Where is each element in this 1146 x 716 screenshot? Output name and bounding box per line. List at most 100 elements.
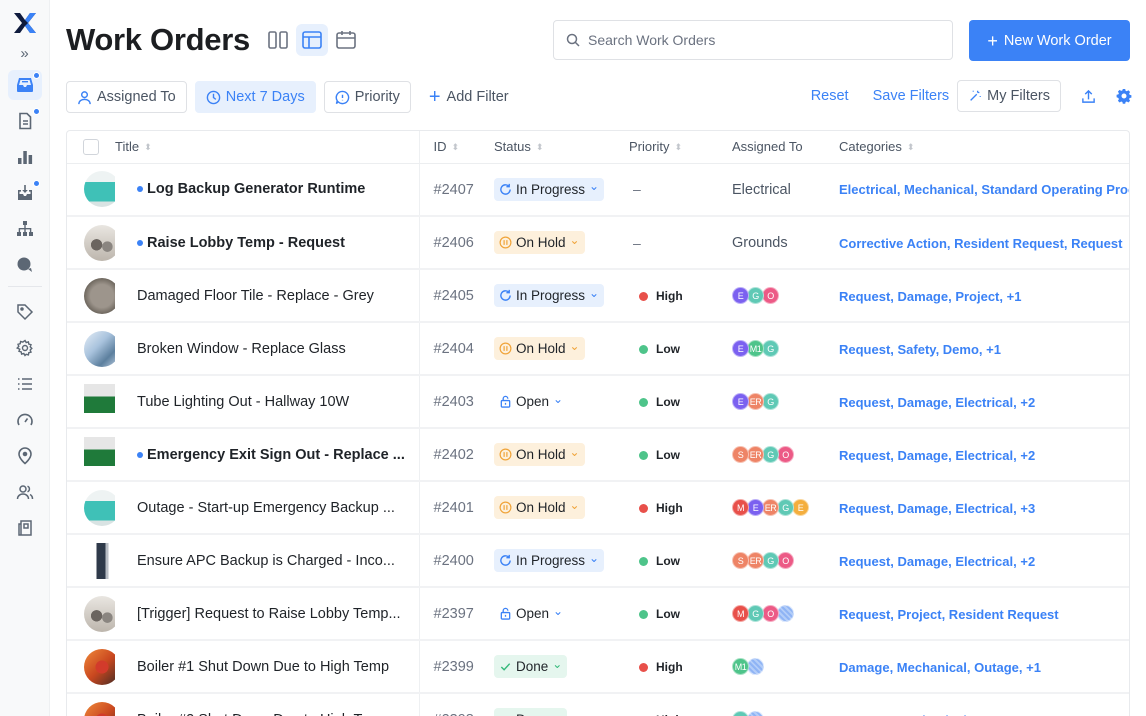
categories-links[interactable]: Corrective Action, Resident Request, Req… (839, 236, 1122, 251)
table-row[interactable]: [Trigger] Request to Raise Lobby Temp...… (67, 587, 1129, 641)
work-order-title[interactable]: Log Backup Generator Runtime (147, 181, 365, 197)
work-order-title[interactable]: Raise Lobby Temp - Request (147, 235, 345, 251)
categories-links[interactable]: Request, Damage, Electrical, +2 (839, 395, 1035, 410)
status-dropdown[interactable]: On Hold ⌄ (494, 337, 585, 360)
work-order-title[interactable]: Damaged Floor Tile - Replace - Grey (137, 288, 374, 304)
status-dropdown[interactable]: On Hold ⌄ (494, 231, 585, 254)
priority-badge[interactable]: Low (639, 395, 680, 409)
title-cell[interactable]: [Trigger] Request to Raise Lobby Temp... (115, 587, 420, 641)
filter-next-7-days[interactable]: Next 7 Days (194, 81, 316, 113)
title-cell[interactable]: Log Backup Generator Runtime (115, 163, 420, 217)
title-cell[interactable]: Tube Lighting Out - Hallway 10W (115, 375, 420, 429)
assignee-avatars[interactable]: S ER G O (732, 446, 839, 463)
sidebar-item-requests[interactable] (8, 106, 42, 136)
status-dropdown[interactable]: On Hold ⌄ (494, 496, 585, 519)
sidebar-item-people[interactable] (8, 477, 42, 507)
categories-links[interactable]: Electrical, Mechanical, Standard Operati… (839, 182, 1129, 197)
logo[interactable] (8, 8, 42, 38)
priority-badge[interactable]: Low (639, 607, 680, 621)
priority-badge[interactable]: Low (639, 554, 680, 568)
title-cell[interactable]: Damaged Floor Tile - Replace - Grey (115, 269, 420, 323)
sidebar-item-meters[interactable] (8, 405, 42, 435)
table-row[interactable]: Outage - Start-up Emergency Backup ... #2… (67, 481, 1129, 535)
calendar-view-button[interactable] (330, 24, 362, 56)
title-cell[interactable]: Broken Window - Replace Glass (115, 322, 420, 376)
assignee-avatars[interactable]: M1 (732, 658, 839, 675)
work-order-title[interactable]: Boiler #1 Shut Down Due to High Temp (137, 659, 389, 675)
save-filters-link[interactable]: Save Filters (873, 88, 950, 104)
table-settings-button[interactable] (1116, 88, 1132, 104)
work-order-title[interactable]: Broken Window - Replace Glass (137, 341, 346, 357)
work-order-title[interactable]: Outage - Start-up Emergency Backup ... (137, 500, 395, 516)
title-cell[interactable]: Boiler #2 Shut Down Due to High Temp (115, 693, 420, 716)
categories-links[interactable]: Request, Damage, Project, +1 (839, 289, 1021, 304)
column-header-priority[interactable]: Priority ⬍ (629, 131, 732, 164)
assignee-avatars[interactable]: G (732, 711, 839, 716)
sidebar-item-locations[interactable] (8, 441, 42, 471)
select-all-checkbox[interactable] (83, 138, 99, 155)
categories-links[interactable]: Damage, Mechanical, Outage, +1 (839, 660, 1041, 675)
split-view-button[interactable] (262, 24, 294, 56)
column-header-categories[interactable]: Categories ⬍ (839, 131, 1129, 164)
table-row[interactable]: Ensure APC Backup is Charged - Inco... #2… (67, 534, 1129, 588)
categories-links[interactable]: Damage, Mechanical, Outage, +1 (839, 713, 1041, 716)
priority-badge[interactable]: Low (639, 342, 680, 356)
categories-links[interactable]: Request, Damage, Electrical, +2 (839, 448, 1035, 463)
title-cell[interactable]: Ensure APC Backup is Charged - Inco... (115, 534, 420, 588)
status-dropdown[interactable]: In Progress ⌄ (494, 284, 605, 307)
column-header-id[interactable]: ID ⬍ (419, 131, 494, 164)
table-row[interactable]: Boiler #1 Shut Down Due to High Temp #239… (67, 640, 1129, 694)
status-dropdown[interactable]: Open ⌄ (494, 390, 568, 413)
sidebar-item-settings[interactable] (8, 333, 42, 363)
add-filter-button[interactable]: + Add Filter (419, 81, 519, 113)
categories-links[interactable]: Request, Damage, Electrical, +2 (839, 554, 1035, 569)
expand-sidebar-button[interactable]: » (20, 42, 28, 66)
title-cell[interactable]: Emergency Exit Sign Out - Replace ... (115, 428, 420, 482)
status-dropdown[interactable]: In Progress ⌄ (494, 549, 605, 572)
sidebar-item-vendors[interactable] (8, 513, 42, 543)
status-dropdown[interactable]: In Progress ⌄ (494, 177, 605, 201)
sidebar-item-tags[interactable] (8, 297, 42, 327)
work-order-title[interactable]: Tube Lighting Out - Hallway 10W (137, 394, 349, 410)
title-cell[interactable]: Outage - Start-up Emergency Backup ... (115, 481, 420, 535)
assignee-avatars[interactable]: M E ER G E (732, 499, 839, 516)
status-dropdown[interactable]: Open ⌄ (494, 602, 568, 625)
column-header-title[interactable]: Title ⬍ (115, 131, 420, 164)
filter-assigned-to[interactable]: Assigned To (66, 81, 187, 113)
priority-badge[interactable]: High (639, 501, 683, 515)
table-row[interactable]: Damaged Floor Tile - Replace - Grey #2405… (67, 269, 1129, 323)
title-cell[interactable]: Boiler #1 Shut Down Due to High Temp (115, 640, 420, 694)
work-order-title[interactable]: Ensure APC Backup is Charged - Inco... (137, 553, 395, 569)
work-order-title[interactable]: Emergency Exit Sign Out - Replace ... (147, 447, 405, 463)
export-button[interactable] (1081, 89, 1096, 104)
categories-links[interactable]: Request, Safety, Demo, +1 (839, 342, 1001, 357)
reset-filters-link[interactable]: Reset (811, 88, 849, 104)
table-view-button[interactable] (295, 24, 328, 56)
priority-badge[interactable]: High (639, 289, 683, 303)
my-filters-button[interactable]: My Filters (957, 80, 1061, 112)
sidebar-item-work-orders[interactable] (7, 70, 42, 100)
sidebar-item-hierarchy[interactable] (8, 214, 42, 244)
sidebar-item-request-inbox[interactable] (8, 178, 42, 208)
priority-badge[interactable]: Low (639, 448, 680, 462)
column-header-status[interactable]: Status ⬍ (494, 131, 629, 164)
search-input[interactable]: Search Work Orders (553, 20, 953, 60)
table-row[interactable]: Emergency Exit Sign Out - Replace ... #24… (67, 428, 1129, 482)
work-order-title[interactable]: [Trigger] Request to Raise Lobby Temp... (137, 606, 401, 622)
status-dropdown[interactable]: On Hold ⌄ (494, 443, 585, 466)
assignee-avatars[interactable]: EGO (732, 287, 839, 304)
status-dropdown[interactable]: Done⌄ (494, 655, 568, 678)
table-row[interactable]: Boiler #2 Shut Down Due to High Temp #239… (67, 693, 1129, 716)
title-cell[interactable]: Raise Lobby Temp - Request (115, 216, 420, 270)
table-row[interactable]: Broken Window - Replace Glass #2404 On Hol… (67, 322, 1129, 376)
column-header-assigned[interactable]: Assigned To (732, 131, 839, 164)
status-dropdown[interactable]: Done⌄ (494, 708, 568, 716)
table-row[interactable]: Tube Lighting Out - Hallway 10W #2403 Open… (67, 375, 1129, 429)
table-row[interactable]: Log Backup Generator Runtime #2407 In Prog… (67, 163, 1129, 217)
assignee-avatars[interactable]: E M1 G (732, 340, 839, 357)
table-row[interactable]: Raise Lobby Temp - Request #2406 On Hold ⌄ –… (67, 216, 1129, 270)
assignee-avatars[interactable]: MGO (732, 605, 839, 622)
new-work-order-button[interactable]: + New Work Order (969, 20, 1130, 61)
priority-badge[interactable]: High (639, 660, 683, 674)
work-order-title[interactable]: Boiler #2 Shut Down Due to High Temp (137, 712, 389, 716)
